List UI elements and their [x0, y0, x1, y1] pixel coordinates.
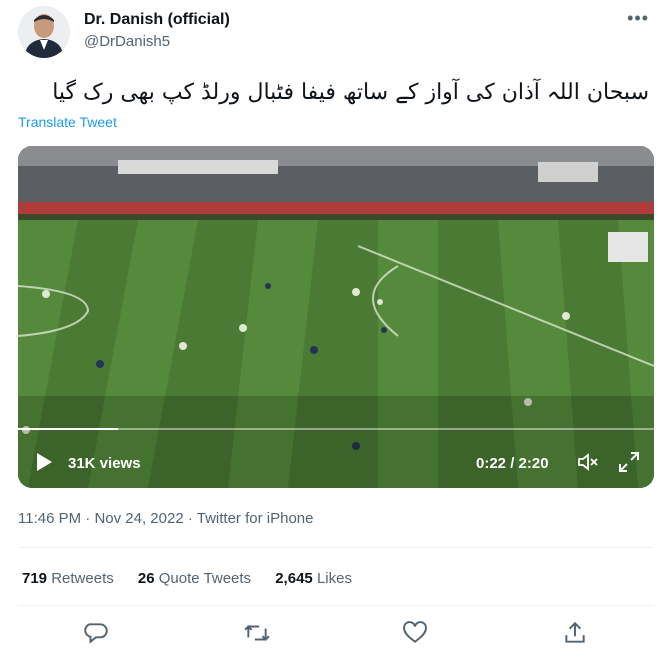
author-display-name[interactable]: Dr. Danish (official): [84, 11, 230, 29]
translate-tweet-link[interactable]: Translate Tweet: [18, 114, 117, 130]
video-view-count: 31K views: [68, 455, 141, 472]
quote-tweets-stat[interactable]: 26 Quote Tweets: [138, 570, 251, 587]
quotes-label: Quote Tweets: [158, 570, 252, 587]
tweet-text: سبحان اللہ آذان کی آواز کے ساتھ فیفا فٹب…: [52, 80, 649, 105]
video-progress-fill: [18, 428, 118, 430]
divider: [18, 605, 654, 606]
meta-separator: ·: [187, 510, 193, 527]
likes-stat[interactable]: 2,645 Likes: [275, 570, 352, 587]
video-time: 0:22 / 2:20: [476, 455, 549, 472]
retweets-stat[interactable]: 719 Retweets: [22, 570, 114, 587]
tweet-date[interactable]: Nov 24, 2022: [94, 510, 183, 527]
video-frame: [18, 146, 654, 488]
likes-count: 2,645: [275, 570, 313, 587]
fullscreen-icon[interactable]: [618, 451, 640, 473]
like-icon[interactable]: [402, 620, 428, 646]
quotes-count: 26: [137, 570, 155, 587]
reply-icon[interactable]: [84, 620, 110, 646]
divider: [18, 547, 654, 548]
tweet-meta: 11:46 PM · Nov 24, 2022 · Twitter for iP…: [18, 510, 313, 527]
tweet-time[interactable]: 11:46 PM: [18, 510, 81, 527]
likes-label: Likes: [316, 570, 352, 587]
more-dots-icon[interactable]: •••: [627, 8, 649, 29]
tweet-source[interactable]: Twitter for iPhone: [197, 510, 314, 527]
video-progress-bar[interactable]: [18, 428, 654, 430]
retweets-count: 719: [22, 570, 48, 587]
retweet-icon[interactable]: [244, 620, 270, 646]
author-handle[interactable]: @DrDanish5: [84, 33, 170, 50]
retweets-label: Retweets: [51, 570, 114, 587]
avatar[interactable]: [18, 6, 70, 58]
volume-muted-icon[interactable]: [576, 450, 600, 474]
video-player[interactable]: 31K views 0:22 / 2:20: [18, 146, 654, 488]
meta-separator: ·: [85, 510, 91, 527]
play-icon[interactable]: [34, 452, 54, 472]
engagement-stats: 719 Retweets 26 Quote Tweets 2,645 Likes: [22, 570, 372, 587]
share-icon[interactable]: [562, 620, 588, 646]
